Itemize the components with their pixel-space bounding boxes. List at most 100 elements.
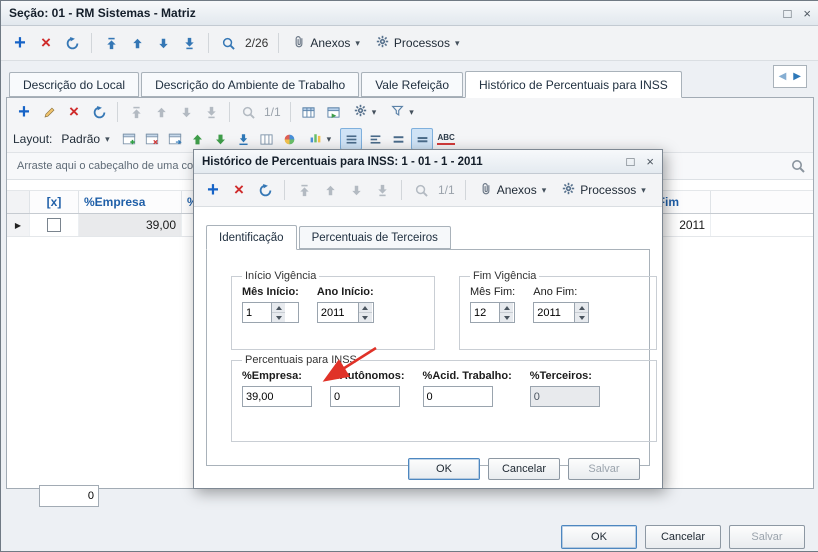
row-indicator-header — [7, 191, 30, 213]
tab-percentuais-terceiros[interactable]: Percentuais de Terceiros — [298, 226, 451, 249]
dialog-save-button[interactable]: Salvar — [568, 458, 640, 480]
paperclip-icon — [293, 35, 305, 51]
dialog-next-icon[interactable] — [345, 179, 367, 201]
ano-inicio-input[interactable] — [317, 303, 358, 322]
dialog-add-icon[interactable]: + — [202, 179, 224, 201]
grid-next-icon[interactable] — [175, 101, 197, 123]
terceiros-field: %Terceiros: — [529, 370, 600, 407]
dialog-first-icon[interactable] — [293, 179, 315, 201]
dialog-maximize-icon[interactable]: □ — [627, 155, 635, 168]
save-button[interactable]: Salvar — [729, 525, 805, 549]
dialog-last-icon[interactable] — [371, 179, 393, 201]
column-header-check[interactable]: [x] — [30, 191, 79, 213]
ok-button[interactable]: OK — [561, 525, 637, 549]
chart-dropdown[interactable]: ▾ — [303, 129, 338, 149]
cancel-button[interactable]: Cancelar — [645, 525, 721, 549]
dialog-record-counter: 1/1 — [438, 183, 455, 197]
acid-trabalho-input[interactable] — [422, 386, 493, 407]
mes-inicio-label: Mês Início: — [242, 286, 299, 298]
anexos-dropdown[interactable]: Anexos ▾ — [287, 33, 366, 53]
spin-down-icon[interactable] — [272, 313, 285, 322]
spin-down-icon[interactable] — [500, 313, 513, 322]
mes-fim-input[interactable] — [471, 303, 499, 322]
dialog-close-icon[interactable]: × — [646, 155, 654, 168]
dialog-cancel-button[interactable]: Cancelar — [488, 458, 560, 480]
grid-previous-icon[interactable] — [150, 101, 172, 123]
checkbox[interactable] — [47, 218, 61, 232]
grid-settings-dropdown[interactable]: ▾ — [348, 102, 383, 122]
view-mode-4-toggle[interactable] — [411, 128, 434, 150]
tab-scroll-right-icon[interactable]: ▶ — [793, 71, 801, 82]
dialog-refresh-icon[interactable] — [254, 179, 276, 201]
tab-descricao-ambiente[interactable]: Descrição do Ambiente de Trabalho — [141, 72, 360, 97]
spin-down-icon[interactable] — [358, 313, 372, 322]
spin-up-icon[interactable] — [358, 303, 372, 313]
tab-descricao-local[interactable]: Descrição do Local — [9, 72, 140, 97]
view-mode-3-toggle[interactable] — [388, 129, 408, 149]
color-wheel-icon[interactable] — [280, 129, 300, 149]
footer-buttons: OK Cancelar Salvar — [561, 525, 805, 549]
layout-add-icon[interactable] — [119, 129, 139, 149]
ano-fim-label: Ano Fim: — [533, 286, 578, 298]
export-down-icon[interactable] — [234, 129, 254, 149]
edit-icon[interactable] — [38, 101, 60, 123]
column-chooser-icon[interactable] — [298, 101, 320, 123]
grid-refresh-icon[interactable] — [88, 101, 110, 123]
row-checkbox-cell[interactable] — [30, 214, 79, 236]
dialog-previous-icon[interactable] — [319, 179, 341, 201]
grid-add-icon[interactable]: + — [13, 101, 35, 123]
tab-vale-refeicao[interactable]: Vale Refeição — [361, 72, 464, 97]
refresh-icon[interactable] — [61, 32, 83, 54]
dialog-processos-dropdown[interactable]: Processos ▾ — [556, 180, 652, 200]
tab-historico-percentuais-inss[interactable]: Histórico de Percentuais para INSS — [465, 71, 682, 98]
search-record-icon[interactable] — [217, 32, 239, 54]
empresa-input[interactable] — [242, 386, 312, 407]
move-up-icon[interactable] — [188, 129, 208, 149]
close-icon[interactable]: × — [803, 7, 811, 20]
dialog-anexos-dropdown[interactable]: Anexos ▾ — [474, 180, 553, 200]
gear-icon — [562, 182, 575, 198]
maximize-icon[interactable]: □ — [784, 7, 792, 20]
add-record-icon[interactable]: + — [9, 32, 31, 54]
layout-delete-icon[interactable] — [142, 129, 162, 149]
column-header-empresa[interactable]: %Empresa — [79, 191, 182, 213]
move-down-icon[interactable] — [211, 129, 231, 149]
next-record-icon[interactable] — [152, 32, 174, 54]
record-count-box[interactable] — [39, 485, 99, 507]
ano-fim-input[interactable] — [534, 303, 575, 322]
dialog-search-icon[interactable] — [410, 179, 432, 201]
spinner — [357, 303, 372, 322]
autonomos-input[interactable] — [330, 386, 400, 407]
layout-apply-icon[interactable] — [165, 129, 185, 149]
spin-down-icon[interactable] — [575, 313, 589, 322]
view-mode-1-toggle[interactable] — [340, 128, 363, 150]
columns-layout-icon[interactable] — [257, 129, 277, 149]
cell-empresa[interactable]: 39,00 — [79, 214, 182, 236]
tab-label: Descrição do Ambiente de Trabalho — [155, 77, 346, 92]
processos-dropdown[interactable]: Processos ▾ — [370, 33, 466, 53]
grid-search-panel-icon[interactable] — [791, 159, 805, 176]
filter-dropdown[interactable]: ▾ — [385, 102, 420, 122]
previous-record-icon[interactable] — [126, 32, 148, 54]
last-record-icon[interactable] — [178, 32, 200, 54]
first-record-icon[interactable] — [100, 32, 122, 54]
view-mode-2-toggle[interactable] — [365, 129, 385, 149]
grid-delete-icon[interactable]: × — [63, 101, 85, 123]
delete-record-icon[interactable]: × — [35, 32, 57, 54]
grid-last-icon[interactable] — [200, 101, 222, 123]
dialog-delete-icon[interactable]: × — [228, 179, 250, 201]
layout-select[interactable]: Padrão ▾ — [55, 130, 115, 148]
grid-search-icon[interactable] — [237, 101, 259, 123]
dialog-ok-button[interactable]: OK — [408, 458, 480, 480]
mes-inicio-input[interactable] — [243, 303, 271, 322]
table-export-icon[interactable] — [323, 101, 345, 123]
grid-toolbar: + × 1/1 ▾ ▾ — [7, 98, 813, 126]
spin-up-icon[interactable] — [272, 303, 285, 313]
tab-scroll-left-icon[interactable]: ◀ — [779, 71, 787, 82]
spell-check-icon[interactable]: ABC — [436, 129, 456, 149]
grid-first-icon[interactable] — [125, 101, 147, 123]
tab-identificacao[interactable]: Identificação — [206, 225, 297, 250]
spin-up-icon[interactable] — [500, 303, 513, 313]
chevron-down-icon: ▾ — [105, 133, 110, 144]
spin-up-icon[interactable] — [575, 303, 589, 313]
